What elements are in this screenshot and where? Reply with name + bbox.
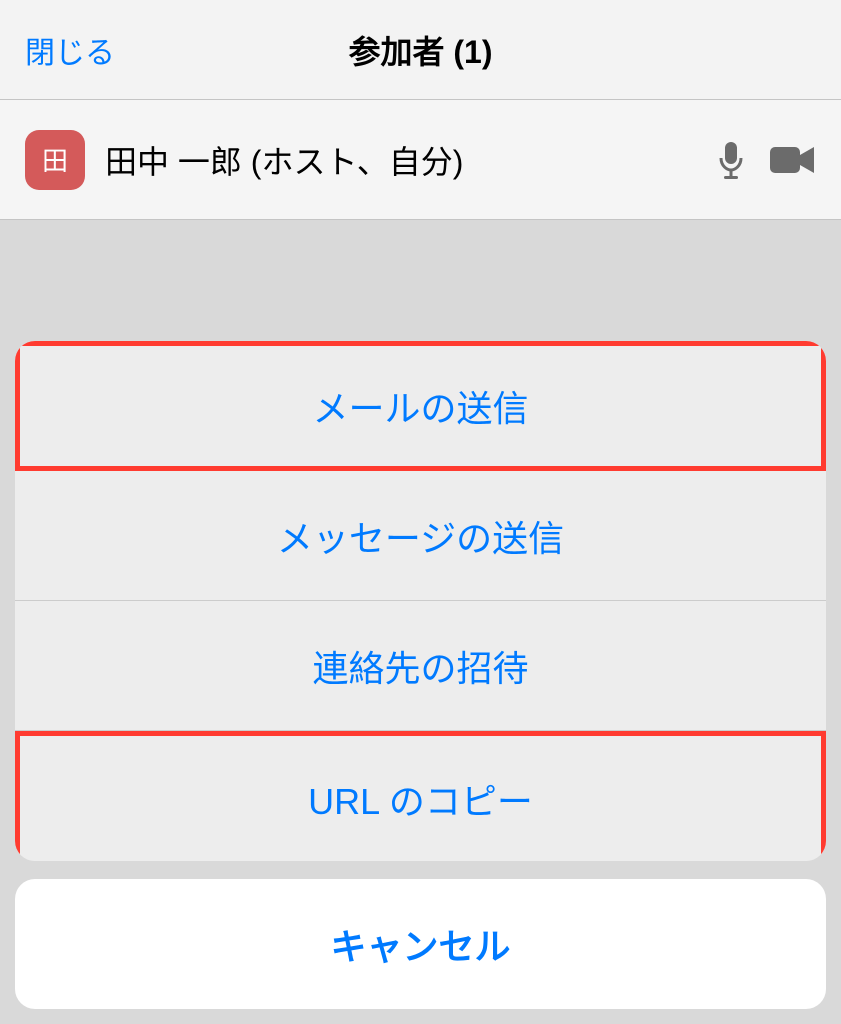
- copy-url-option[interactable]: URL のコピー: [15, 731, 826, 861]
- option-group: メールの送信 メッセージの送信 連絡先の招待 URL のコピー: [15, 341, 826, 861]
- option-label: メールの送信: [312, 380, 528, 432]
- cancel-label: キャンセル: [330, 918, 510, 970]
- send-email-option[interactable]: メールの送信: [15, 341, 826, 471]
- option-label: メッセージの送信: [277, 510, 564, 562]
- send-message-option[interactable]: メッセージの送信: [15, 471, 826, 601]
- action-sheet: メールの送信 メッセージの送信 連絡先の招待 URL のコピー キャンセル: [0, 326, 841, 1024]
- avatar: 田: [25, 130, 85, 190]
- video-icon: [770, 145, 816, 175]
- cancel-button[interactable]: キャンセル: [15, 879, 826, 1009]
- participant-name: 田中 一郎 (ホスト、自分): [105, 137, 717, 183]
- invite-contacts-option[interactable]: 連絡先の招待: [15, 601, 826, 731]
- header: 閉じる 参加者 (1): [0, 0, 841, 100]
- option-label: URL のコピー: [308, 773, 533, 825]
- page-title: 参加者 (1): [0, 27, 841, 73]
- status-icons: [717, 140, 816, 180]
- close-button[interactable]: 閉じる: [25, 28, 115, 72]
- avatar-text: 田: [42, 141, 68, 178]
- option-label: 連絡先の招待: [312, 640, 528, 692]
- microphone-icon: [717, 140, 745, 180]
- participant-row[interactable]: 田 田中 一郎 (ホスト、自分): [0, 100, 841, 220]
